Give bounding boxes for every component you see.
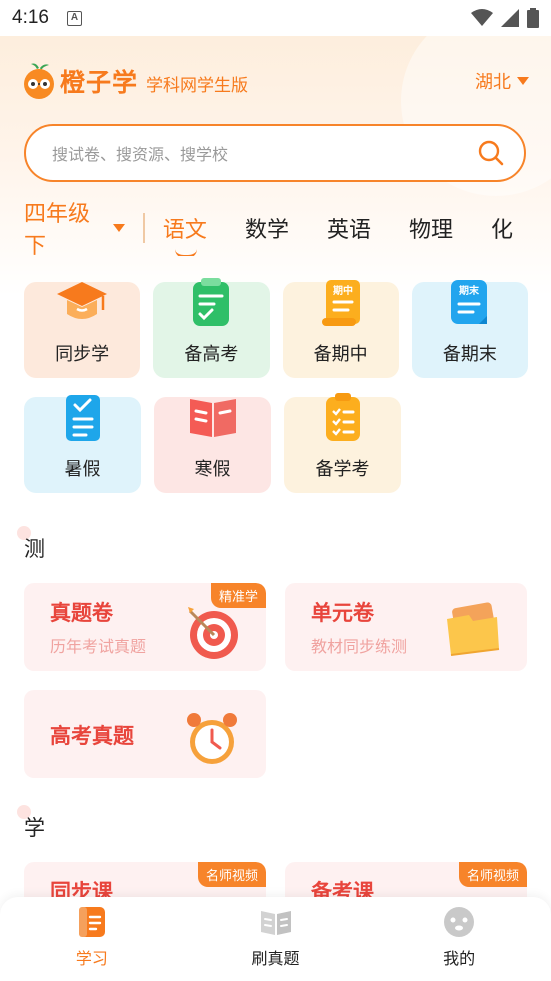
category-grid: 同步学 备高考 期中 备期中 期末 备期末 暑假 寒假 备学考 xyxy=(24,278,528,512)
tab-math[interactable]: 数学 xyxy=(245,212,289,244)
brand-subtitle: 学科网学生版 xyxy=(146,75,249,96)
region-selector[interactable]: 湖北 xyxy=(475,68,529,94)
category-label: 备期末 xyxy=(442,344,497,365)
winter-book-icon xyxy=(189,399,236,437)
brand-name: 橙子学 xyxy=(60,68,139,97)
category-winter[interactable]: 寒假 xyxy=(154,397,271,493)
category-label: 备高考 xyxy=(184,344,239,365)
section-title-learn: 学 xyxy=(24,816,45,840)
nav-label: 学习 xyxy=(75,949,108,968)
subject-tabs: 四年级下 语文 数学 英语 物理 化 xyxy=(24,200,551,256)
tab-physics[interactable]: 物理 xyxy=(409,212,453,244)
bottom-navigation: 学习 刷真题 我的 xyxy=(0,897,551,981)
category-final-prep[interactable]: 期末 备期末 xyxy=(411,280,528,378)
feature-subtitle: 教材同步练测 xyxy=(311,637,408,656)
feature-title: 高考真题 xyxy=(50,724,134,748)
notification-icon: A xyxy=(66,10,82,26)
category-label: 备期中 xyxy=(313,344,368,365)
open-book-icon xyxy=(260,911,291,935)
status-time: 4:16 xyxy=(12,7,49,28)
feature-title: 真题卷 xyxy=(50,601,113,625)
nav-label: 我的 xyxy=(443,949,476,968)
feature-card-gaokao-papers[interactable]: 高考真题 xyxy=(24,690,266,778)
feature-badge: 名师视频 xyxy=(458,862,527,887)
feature-badge: 名师视频 xyxy=(197,862,266,887)
chevron-down-icon xyxy=(517,77,529,85)
notepad-check-icon xyxy=(193,278,230,326)
tab-chemistry[interactable]: 化 xyxy=(491,212,513,244)
nav-study[interactable]: 学习 xyxy=(0,897,184,981)
category-label: 同步学 xyxy=(55,344,110,365)
orange-logo-icon xyxy=(24,63,54,99)
battery-icon xyxy=(527,8,539,28)
category-label: 寒假 xyxy=(194,459,231,480)
wifi-icon xyxy=(471,9,493,26)
profile-face-icon xyxy=(444,907,475,937)
app-header: 橙子学 学科网学生版 湖北 xyxy=(22,60,529,102)
category-xuekao-prep[interactable]: 备学考 xyxy=(284,393,401,493)
region-label: 湖北 xyxy=(475,72,511,93)
category-label: 备学考 xyxy=(315,459,370,480)
tab-english[interactable]: 英语 xyxy=(327,212,371,244)
search-input[interactable]: 搜试卷、搜资源、搜学校 xyxy=(52,141,228,165)
graduation-cap-icon xyxy=(57,282,108,319)
search-bar[interactable]: 搜试卷、搜资源、搜学校 xyxy=(24,124,526,182)
category-summer[interactable]: 暑假 xyxy=(24,395,141,493)
target-dart-icon xyxy=(188,607,238,659)
folder-icon xyxy=(447,602,500,656)
divider xyxy=(143,213,145,243)
feature-title: 单元卷 xyxy=(311,601,374,625)
alarm-clock-icon xyxy=(187,713,237,764)
nav-practice[interactable]: 刷真题 xyxy=(184,897,368,981)
clipboard-list-icon xyxy=(325,393,360,441)
study-book-icon xyxy=(78,907,105,937)
nav-label: 刷真题 xyxy=(251,949,300,968)
signal-icon xyxy=(501,9,519,27)
category-midterm-prep[interactable]: 期中 备期中 xyxy=(282,280,399,378)
final-doc-icon: 期末 xyxy=(450,280,487,324)
feature-subtitle: 历年考试真题 xyxy=(50,637,147,656)
category-gaokao-prep[interactable]: 备高考 xyxy=(153,278,270,378)
chevron-down-icon xyxy=(113,224,126,232)
status-icons xyxy=(471,8,539,28)
section-title-test: 测 xyxy=(24,537,45,561)
midterm-scroll-icon: 期中 xyxy=(321,280,360,326)
summer-checklist-icon xyxy=(65,395,100,441)
feature-card-unit-papers[interactable]: 单元卷 教材同步练测 xyxy=(285,583,527,671)
tab-chinese[interactable]: 语文 xyxy=(163,212,207,256)
category-sync-study[interactable]: 同步学 xyxy=(24,282,141,378)
search-icon[interactable] xyxy=(478,140,504,166)
svg-text:期中: 期中 xyxy=(333,284,353,297)
status-bar: 4:16 A xyxy=(0,0,551,36)
category-label: 暑假 xyxy=(64,459,101,480)
grade-label: 四年级下 xyxy=(24,202,91,256)
svg-text:期末: 期末 xyxy=(459,284,480,297)
nav-profile[interactable]: 我的 xyxy=(367,897,551,981)
feature-card-past-papers[interactable]: 真题卷 历年考试真题 精准学 xyxy=(24,583,266,671)
grade-selector[interactable]: 四年级下 xyxy=(24,200,126,256)
